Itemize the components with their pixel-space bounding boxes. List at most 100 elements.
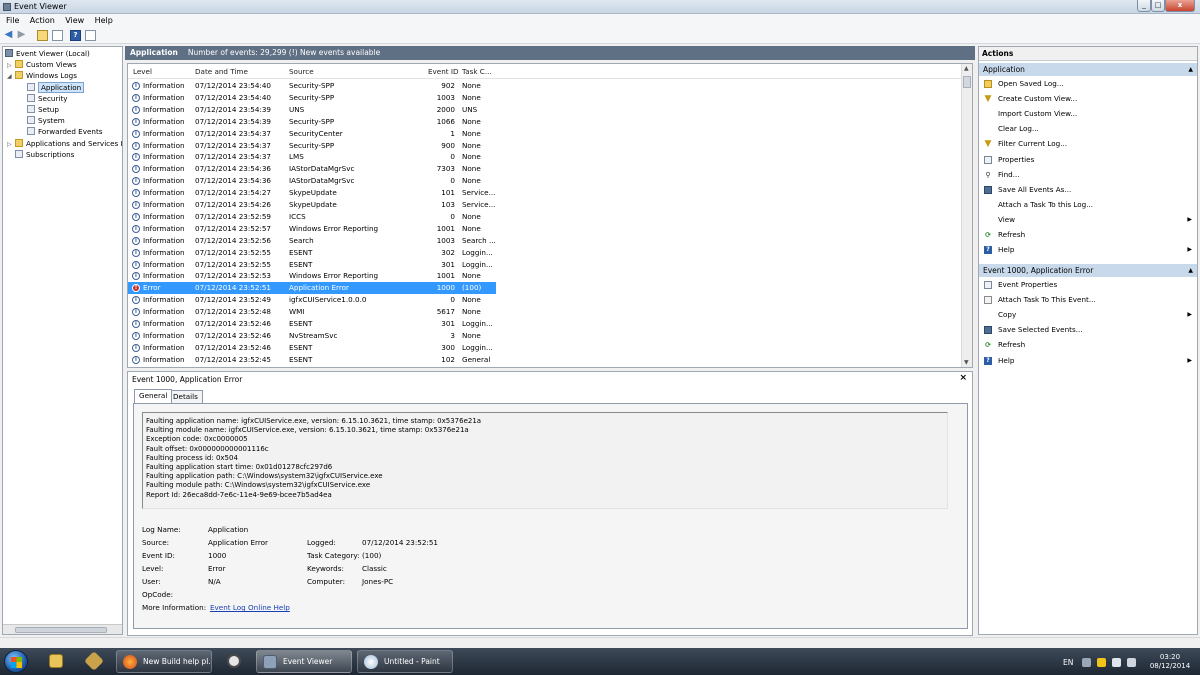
table-row[interactable]: i Information 07/12/2014 23:54:36 IAStorDat… bbox=[128, 175, 496, 187]
column-task-category[interactable]: Task C... bbox=[462, 67, 492, 76]
taskbar-paint[interactable]: Untitled - Paint bbox=[357, 650, 453, 673]
action-create-custom-view[interactable]: ▼ Create Custom View... bbox=[979, 92, 1197, 106]
table-row[interactable]: i Information 07/12/2014 23:54:40 Security-… bbox=[128, 80, 496, 92]
scroll-thumb[interactable] bbox=[15, 627, 107, 633]
tab-general[interactable]: General bbox=[134, 389, 173, 403]
tray-network-icon[interactable] bbox=[1112, 658, 1121, 667]
minimize-button[interactable]: _ bbox=[1137, 0, 1151, 12]
table-row[interactable]: i Information 07/12/2014 23:52:48 WMI 5617 No… bbox=[128, 306, 496, 318]
collapse-arrow-icon[interactable]: ◢ bbox=[7, 71, 15, 82]
scroll-up-icon[interactable]: ▲ bbox=[964, 65, 969, 72]
table-row[interactable]: i Information 07/12/2014 23:54:37 LMS 0 None bbox=[128, 151, 496, 163]
show-hide-tree-icon[interactable] bbox=[52, 30, 63, 41]
tree-node-security[interactable]: Security bbox=[27, 93, 68, 104]
start-button[interactable] bbox=[4, 650, 28, 673]
table-row[interactable]: i Information 07/12/2014 23:52:46 NvStreamS… bbox=[128, 330, 496, 342]
table-row[interactable]: i Information 07/12/2014 23:54:26 SkypeUpda… bbox=[128, 199, 496, 211]
explorer-taskbar-icon[interactable] bbox=[42, 651, 70, 672]
table-row[interactable]: i Information 07/12/2014 23:52:46 ESENT 300 L… bbox=[128, 342, 496, 354]
back-arrow-icon[interactable]: ◀ bbox=[3, 30, 14, 41]
event-action-refresh[interactable]: ⟳ Refresh bbox=[979, 338, 1197, 352]
table-row[interactable]: i Information 07/12/2014 23:54:27 SkypeUpda… bbox=[128, 187, 496, 199]
column-date-time[interactable]: Date and Time bbox=[195, 67, 248, 76]
up-folder-icon[interactable] bbox=[37, 30, 48, 41]
action-clear-log[interactable]: Clear Log... bbox=[979, 122, 1197, 136]
action-find[interactable]: ⚲ Find... bbox=[979, 168, 1197, 182]
table-row[interactable]: i Information 07/12/2014 23:52:46 ESENT 301 L… bbox=[128, 318, 496, 330]
column-level[interactable]: Level bbox=[133, 67, 152, 76]
event-action-attach-task-to-this-event[interactable]: Attach Task To This Event... bbox=[979, 293, 1197, 307]
taskbar-firefox[interactable]: New Build help pl... bbox=[116, 650, 212, 673]
collapse-caret-icon[interactable]: ▲ bbox=[1188, 264, 1193, 277]
tray-volume-icon[interactable] bbox=[1127, 658, 1136, 667]
collapse-caret-icon[interactable]: ▲ bbox=[1188, 63, 1193, 76]
action-import-custom-view[interactable]: Import Custom View... bbox=[979, 107, 1197, 121]
tree-node-setup[interactable]: Setup bbox=[27, 104, 59, 115]
tools-taskbar-icon[interactable] bbox=[80, 651, 108, 672]
action-properties[interactable]: Properties bbox=[979, 153, 1197, 167]
table-row[interactable]: i Information 07/12/2014 23:52:56 Search 100… bbox=[128, 235, 496, 247]
table-row[interactable]: i Information 07/12/2014 23:54:39 Security-… bbox=[128, 116, 496, 128]
tree-node-subscriptions[interactable]: Subscriptions bbox=[15, 149, 74, 160]
close-detail-icon[interactable]: × bbox=[959, 373, 967, 383]
table-row[interactable]: i Information 07/12/2014 23:52:57 Windows E… bbox=[128, 223, 496, 235]
event-description[interactable]: Faulting application name: igfxCUIServic… bbox=[142, 412, 948, 509]
table-row[interactable]: i Information 07/12/2014 23:54:39 UNS 2000 UN… bbox=[128, 104, 496, 116]
tree-node-custom-views[interactable]: ▷ Custom Views bbox=[7, 59, 77, 70]
event-action-event-properties[interactable]: Event Properties bbox=[979, 278, 1197, 292]
table-row[interactable]: i Information 07/12/2014 23:54:40 Security-… bbox=[128, 92, 496, 104]
tree-node-windows-logs[interactable]: ◢ Windows Logs bbox=[7, 70, 77, 81]
action-open-saved-log[interactable]: Open Saved Log... bbox=[979, 77, 1197, 91]
taskbar-event-viewer[interactable]: Event Viewer bbox=[256, 650, 352, 673]
event-action-help[interactable]: ? Help ▶ bbox=[979, 354, 1197, 368]
forward-arrow-icon[interactable]: ▶ bbox=[16, 30, 27, 41]
table-row[interactable]: ! Error 07/12/2014 23:52:51 Application Err… bbox=[128, 282, 496, 295]
help-icon[interactable]: ? bbox=[70, 30, 81, 41]
event-action-save-selected-events[interactable]: Save Selected Events... bbox=[979, 323, 1197, 337]
action-save-all-events-as[interactable]: Save All Events As... bbox=[979, 183, 1197, 197]
table-row[interactable]: i Information 07/12/2014 23:52:55 ESENT 302 L… bbox=[128, 247, 496, 259]
maximize-button[interactable]: □ bbox=[1151, 0, 1165, 12]
menu-view[interactable]: View bbox=[59, 14, 84, 25]
actions-section-event[interactable]: Event 1000, Application Error ▲ bbox=[979, 264, 1197, 277]
tray-arrow-icon[interactable] bbox=[1082, 658, 1091, 667]
action-refresh[interactable]: ⟳ Refresh bbox=[979, 228, 1197, 242]
skype-taskbar-icon[interactable] bbox=[220, 651, 248, 672]
scroll-down-icon[interactable]: ▼ bbox=[964, 359, 969, 366]
action-attach-a-task-to-this-log[interactable]: Attach a Task To this Log... bbox=[979, 198, 1197, 212]
expand-arrow-icon[interactable]: ▷ bbox=[7, 139, 15, 150]
column-source[interactable]: Source bbox=[289, 67, 314, 76]
table-row[interactable]: i Information 07/12/2014 23:52:45 ESENT 102 G… bbox=[128, 354, 496, 366]
tree-node-forwarded-events[interactable]: Forwarded Events bbox=[27, 126, 103, 137]
menu-file[interactable]: File bbox=[0, 14, 19, 25]
system-clock[interactable]: 03:20 08/12/2014 bbox=[1144, 653, 1196, 671]
tree-node-root[interactable]: Event Viewer (Local) bbox=[5, 48, 90, 59]
action-view[interactable]: View ▶ bbox=[979, 213, 1197, 227]
menu-action[interactable]: Action bbox=[24, 14, 55, 25]
event-list-scrollbar[interactable]: ▲ ▼ bbox=[961, 64, 972, 367]
tab-details[interactable]: Details bbox=[168, 390, 203, 403]
table-row[interactable]: i Information 07/12/2014 23:52:59 ICCS 0 None bbox=[128, 211, 496, 223]
column-event-id[interactable]: Event ID bbox=[428, 67, 459, 76]
action-help[interactable]: ? Help ▶ bbox=[979, 243, 1197, 257]
table-row[interactable]: i Information 07/12/2014 23:54:36 IAStorDat… bbox=[128, 163, 496, 175]
tree-node-apps-services[interactable]: ▷ Applications and Services Lo bbox=[7, 138, 122, 150]
event-action-copy[interactable]: Copy ▶ bbox=[979, 308, 1197, 322]
show-action-pane-icon[interactable] bbox=[85, 30, 96, 41]
language-indicator[interactable]: EN bbox=[1063, 658, 1073, 667]
menu-help[interactable]: Help bbox=[89, 14, 113, 25]
tree-horizontal-scrollbar[interactable] bbox=[3, 624, 122, 634]
table-row[interactable]: i Information 07/12/2014 23:52:55 ESENT 301 L… bbox=[128, 259, 496, 271]
tree-node-system[interactable]: System bbox=[27, 115, 65, 126]
table-row[interactable]: i Information 07/12/2014 23:54:37 Security-… bbox=[128, 140, 496, 152]
action-filter-current-log[interactable]: ▼ Filter Current Log... bbox=[979, 137, 1197, 151]
actions-section-application[interactable]: Application ▲ bbox=[979, 63, 1197, 76]
table-row[interactable]: i Information 07/12/2014 23:52:49 igfxCUISe… bbox=[128, 294, 496, 306]
tree-node-application[interactable]: Application bbox=[27, 82, 85, 93]
close-window-button[interactable]: x bbox=[1165, 0, 1195, 12]
scroll-thumb[interactable] bbox=[963, 76, 971, 88]
table-row[interactable]: i Information 07/12/2014 23:52:53 Windows E… bbox=[128, 270, 496, 282]
event-log-online-help-link[interactable]: Event Log Online Help bbox=[210, 603, 290, 612]
table-row[interactable]: i Information 07/12/2014 23:54:37 SecurityC… bbox=[128, 128, 496, 140]
tray-norton-icon[interactable] bbox=[1097, 658, 1106, 667]
